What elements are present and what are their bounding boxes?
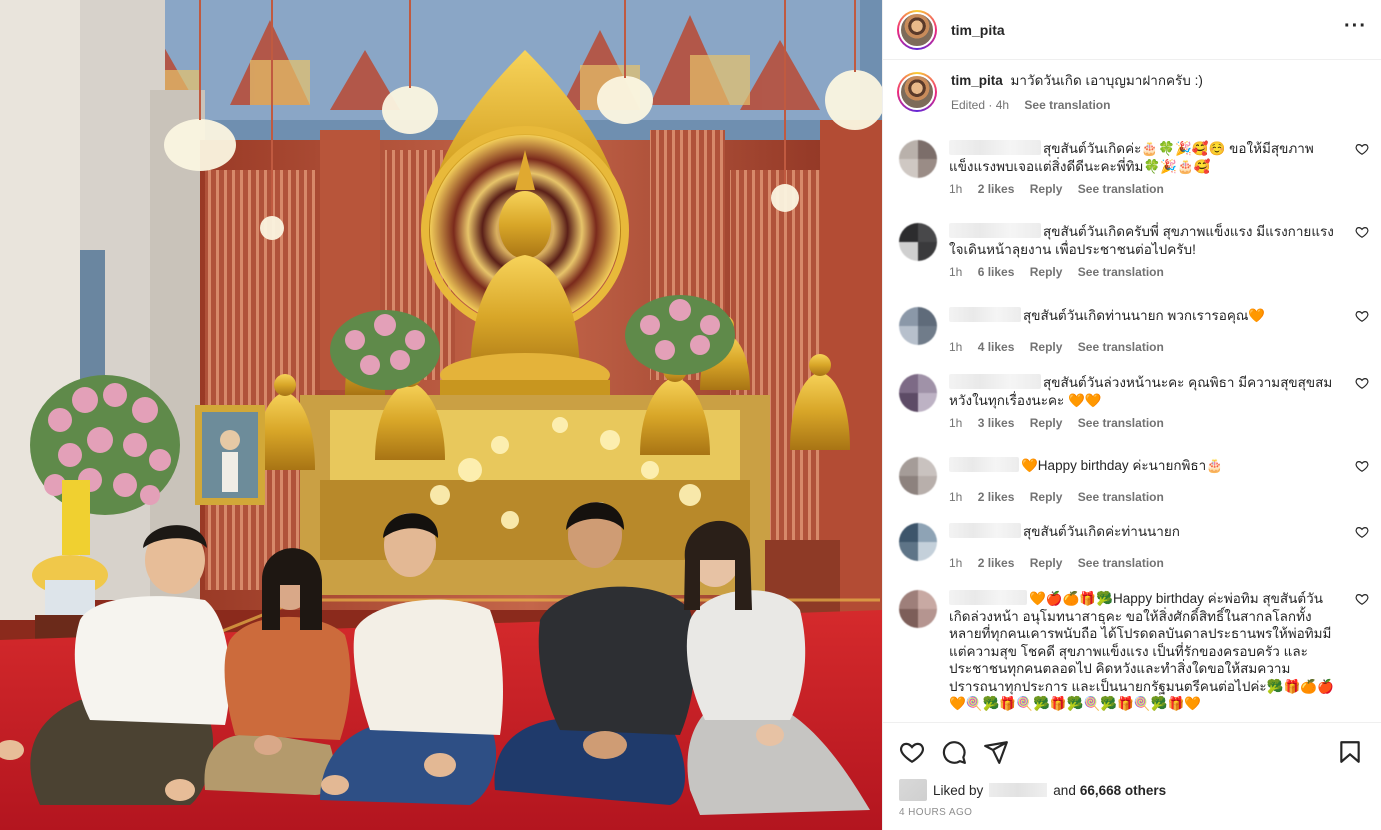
post-actions: Liked by and 66,668 others 4 HOURS AGO [883,722,1381,818]
comments-list[interactable]: tim_pita มาวัดวันเกิด เอาบุญมาฝากครับ :)… [883,60,1381,722]
likes-summary[interactable]: Liked by and 66,668 others [899,779,1367,801]
comment-age: 1h [949,265,963,279]
caption-edited: Edited · 4h [951,98,1010,112]
post-caption: tim_pita มาวัดวันเกิด เอาบุญมาฝากครับ :)… [883,60,1381,114]
comment-heart-icon[interactable] [1355,525,1369,539]
commenter-avatar[interactable] [899,590,937,628]
comment-age: 1h [949,339,963,354]
post-photo[interactable] [0,0,882,830]
comment-reply-button[interactable]: Reply [1030,182,1063,196]
caption-username[interactable]: tim_pita [951,73,1003,88]
heart-icon[interactable] [899,739,925,765]
comment-item: สุขสันต์วันล่วงหน้านะคะ คุณพิธา มีความสุ… [883,374,1381,433]
commenter-avatar[interactable] [899,457,937,495]
commenter-name-redacted[interactable] [949,374,1041,389]
post-timestamp[interactable]: 4 HOURS AGO [899,807,1367,818]
comment-likes[interactable]: 2 likes [978,490,1015,504]
comment-heart-icon[interactable] [1355,376,1369,390]
comment-likes[interactable]: 2 likes [978,182,1015,196]
author-username[interactable]: tim_pita [951,22,1005,38]
caption-meta: Edited · 4h See translation [951,96,1203,114]
comment-heart-icon[interactable] [1355,142,1369,156]
likes-count[interactable]: 66,668 others [1080,783,1166,798]
comment-see-translation[interactable]: See translation [1078,340,1164,354]
commenter-avatar[interactable] [899,223,937,261]
comment-reply-button[interactable]: Reply [1030,340,1063,354]
comment-item: สุขสันต์วันเกิดท่านนายก พวกเรารอคุณ🧡 1h … [883,307,1381,356]
commenter-avatar[interactable] [899,307,937,345]
comment-reply-button[interactable]: Reply [1030,490,1063,504]
share-icon[interactable] [983,739,1009,765]
liker-name-redacted[interactable] [989,783,1048,797]
comment-icon[interactable] [941,739,967,765]
comment-heart-icon[interactable] [1355,459,1369,473]
comment-age: 1h [949,182,963,196]
comment-heart-icon[interactable] [1355,592,1369,606]
caption-see-translation[interactable]: See translation [1024,98,1110,112]
caption-avatar[interactable] [897,72,937,112]
comment-likes[interactable]: 2 likes [978,556,1015,570]
comment-reply-button[interactable]: Reply [1030,416,1063,430]
comment-item: สุขสันต์วันเกิดค่ะท่านนายก 1h 2 likes Re… [883,523,1381,572]
comment-heart-icon[interactable] [1355,309,1369,323]
comment-item: 🧡🍎🍊🎁🥦Happy birthday ค่ะพ่อทิม สุขสันต์วั… [883,590,1381,713]
bookmark-icon[interactable] [1337,739,1363,765]
comment-text: 🧡Happy birthday ค่ะนายกพิธา🎂 [1021,458,1224,473]
liker-avatar[interactable] [899,779,927,801]
comment-age: 1h [949,555,963,570]
commenter-name-redacted[interactable] [949,523,1021,538]
comment-likes[interactable]: 6 likes [978,265,1015,279]
comment-see-translation[interactable]: See translation [1078,265,1164,279]
comment-item: สุขสันต์วันเกิดค่ะ🎂🍀🎉🥰☺️ ขอให้มีสุขภาพแข… [883,140,1381,199]
commenter-name-redacted[interactable] [949,590,1027,605]
comment-text: สุขสันต์วันเกิดท่านนายก พวกเรารอคุณ🧡 [1023,308,1266,323]
commenter-avatar[interactable] [899,140,937,178]
post-sidebar: tim_pita ··· tim_pita มาวัดวันเกิด เอาบุ… [882,0,1381,830]
comment-text: สุขสันต์วันเกิดค่ะท่านนายก [1023,524,1180,539]
comment-see-translation[interactable]: See translation [1078,182,1164,196]
commenter-name-redacted[interactable] [949,457,1019,472]
comment-age: 1h [949,489,963,504]
comment-heart-icon[interactable] [1355,225,1369,239]
comment-text: 🧡🍎🍊🎁🥦Happy birthday ค่ะพ่อทิม สุขสันต์วั… [949,591,1334,711]
liked-and: and [1053,782,1076,798]
author-avatar[interactable] [897,9,937,50]
comment-item: 🧡Happy birthday ค่ะนายกพิธา🎂 1h 2 likes … [883,457,1381,506]
comment-item: สุขสันต์วันเกิดครับพี่ สุขภาพแข็งแรง มีแ… [883,223,1381,282]
commenter-name-redacted[interactable] [949,140,1041,155]
caption-text: มาวัดวันเกิด เอาบุญมาฝากครับ :) [1010,73,1203,88]
commenter-name-redacted[interactable] [949,223,1041,238]
commenter-name-redacted[interactable] [949,307,1021,322]
comment-age: 1h [949,416,963,430]
post-header: tim_pita ··· [883,0,1381,60]
more-options-icon[interactable]: ··· [1344,16,1367,39]
comment-reply-button[interactable]: Reply [1030,265,1063,279]
comment-see-translation[interactable]: See translation [1078,416,1164,430]
comment-likes[interactable]: 4 likes [978,340,1015,354]
commenter-avatar[interactable] [899,374,937,412]
comment-reply-button[interactable]: Reply [1030,556,1063,570]
liked-by-label: Liked by [933,782,984,798]
comment-likes[interactable]: 3 likes [978,416,1015,430]
comment-see-translation[interactable]: See translation [1078,556,1164,570]
comment-see-translation[interactable]: See translation [1078,490,1164,504]
commenter-avatar[interactable] [899,523,937,561]
